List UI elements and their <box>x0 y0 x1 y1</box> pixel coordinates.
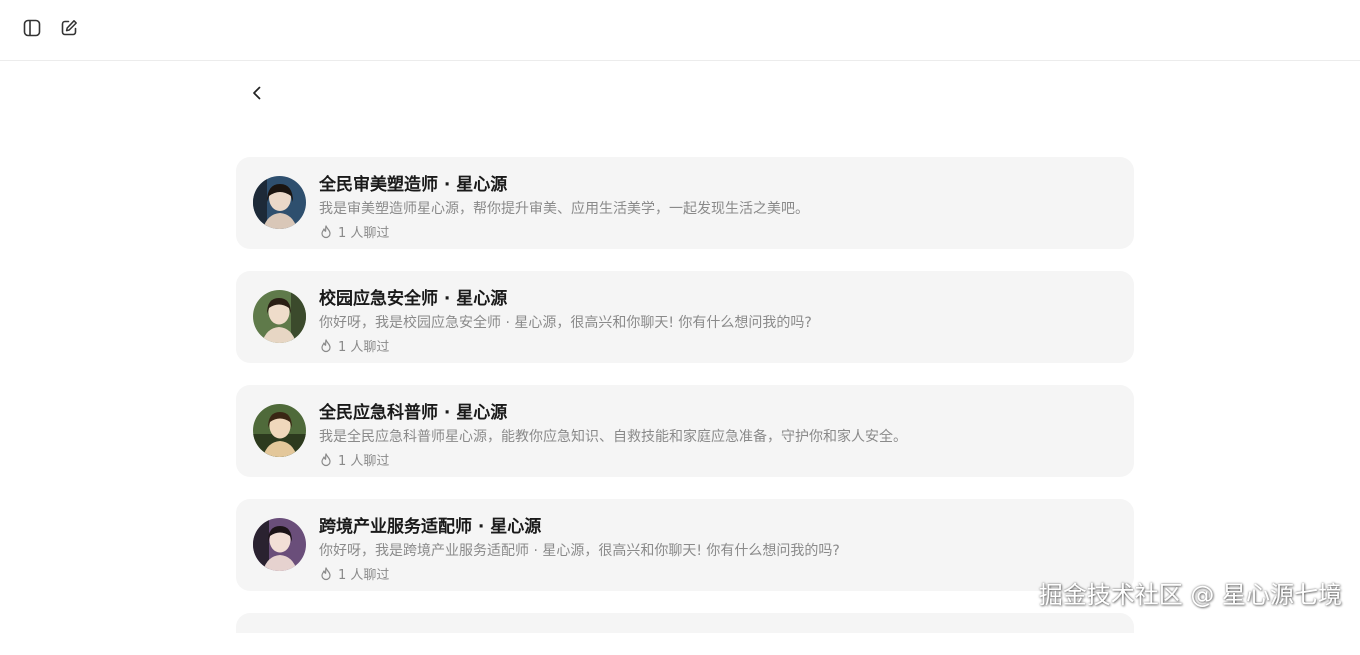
agent-list: 全民审美塑造师 · 星心源 我是审美塑造师星心源，帮你提升审美、应用生活美学，一… <box>236 157 1134 655</box>
agent-description: 我是全民应急科普师星心源，能教你应急知识、自救技能和家庭应急准备，守护你和家人安… <box>319 429 907 445</box>
fire-icon <box>319 452 333 467</box>
chat-count: 1 人聊过 <box>319 450 389 469</box>
edit-icon <box>59 18 79 42</box>
chat-count: 1 人聊过 <box>319 564 389 583</box>
avatar <box>253 404 306 457</box>
watermark: 掘金技术社区 @ 星心源七境 <box>1038 581 1342 609</box>
agent-title: 校园应急安全师 · 星心源 <box>319 289 508 309</box>
fire-icon <box>319 338 333 353</box>
agent-title: 全民审美塑造师 · 星心源 <box>319 175 508 195</box>
avatar <box>253 176 306 229</box>
agent-card-partial[interactable] <box>236 613 1134 633</box>
chat-count: 1 人聊过 <box>319 222 389 241</box>
agent-title: 跨境产业服务适配师 · 星心源 <box>319 517 542 537</box>
chevron-left-icon <box>249 85 265 105</box>
back-button[interactable] <box>246 84 268 106</box>
new-chat-button[interactable] <box>56 17 82 43</box>
chat-count-label: 1 人聊过 <box>338 568 390 583</box>
agent-description: 你好呀，我是校园应急安全师 · 星心源，很高兴和你聊天! 你有什么想问我的吗? <box>319 315 812 331</box>
chat-count: 1 人聊过 <box>319 336 389 355</box>
sidebar-toggle-icon <box>22 18 42 42</box>
sidebar-toggle-button[interactable] <box>19 17 45 43</box>
agent-card[interactable]: 跨境产业服务适配师 · 星心源 你好呀，我是跨境产业服务适配师 · 星心源，很高… <box>236 499 1134 591</box>
top-bar <box>0 0 1360 61</box>
chat-count-label: 1 人聊过 <box>338 226 390 241</box>
agent-description: 你好呀，我是跨境产业服务适配师 · 星心源，很高兴和你聊天! 你有什么想问我的吗… <box>319 543 840 559</box>
avatar <box>253 518 306 571</box>
agent-description: 我是审美塑造师星心源，帮你提升审美、应用生活美学，一起发现生活之美吧。 <box>319 201 809 217</box>
agent-title: 全民应急科普师 · 星心源 <box>319 403 508 423</box>
chat-count-label: 1 人聊过 <box>338 454 390 469</box>
fire-icon <box>319 566 333 581</box>
agent-card[interactable]: 全民应急科普师 · 星心源 我是全民应急科普师星心源，能教你应急知识、自救技能和… <box>236 385 1134 477</box>
agent-card[interactable]: 全民审美塑造师 · 星心源 我是审美塑造师星心源，帮你提升审美、应用生活美学，一… <box>236 157 1134 249</box>
fire-icon <box>319 224 333 239</box>
avatar <box>253 290 306 343</box>
chat-count-label: 1 人聊过 <box>338 340 390 355</box>
agent-card[interactable]: 校园应急安全师 · 星心源 你好呀，我是校园应急安全师 · 星心源，很高兴和你聊… <box>236 271 1134 363</box>
